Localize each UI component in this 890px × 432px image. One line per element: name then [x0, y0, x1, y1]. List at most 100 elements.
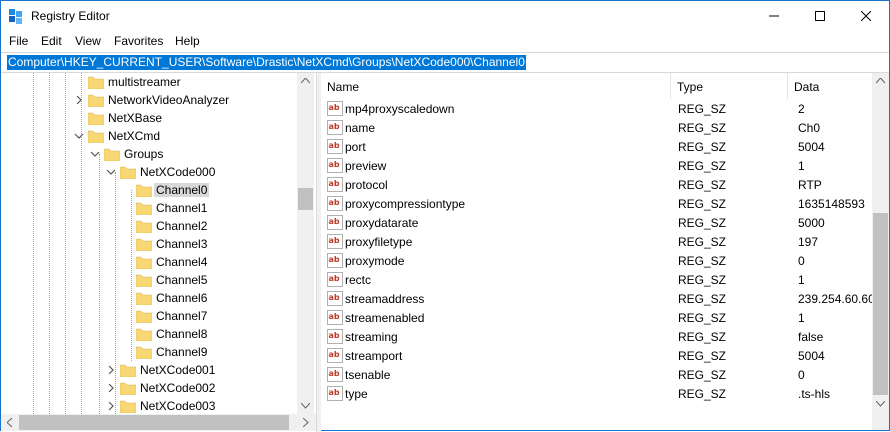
tree-item-label: Channel5	[156, 273, 208, 287]
tree-item-label: Channel2	[156, 219, 208, 233]
column-header-type[interactable]: Type	[671, 73, 788, 99]
value-name: streaming	[345, 330, 398, 344]
scroll-right-icon[interactable]	[303, 418, 309, 427]
value-row[interactable]: ab protocol REG_SZ RTP	[321, 175, 872, 194]
tree-item-label: NetXBase	[108, 111, 163, 125]
tree-item[interactable]: NetXCode001	[1, 361, 297, 379]
svg-text:ab: ab	[329, 198, 340, 207]
tree-item[interactable]: Channel8	[1, 325, 297, 343]
value-type: REG_SZ	[678, 197, 727, 211]
folder-icon	[136, 274, 152, 287]
scroll-down-icon[interactable]	[301, 403, 310, 409]
tree-horizontal-scrollbar[interactable]	[1, 414, 316, 431]
menu-view[interactable]: View	[75, 34, 101, 48]
chevron-down-icon[interactable]	[89, 148, 101, 160]
tree-item-label: NetXCode001	[140, 363, 216, 377]
value-row[interactable]: ab proxymode REG_SZ 0	[321, 251, 872, 270]
tree-item[interactable]: Channel2	[1, 217, 297, 235]
chevron-down-icon[interactable]	[105, 166, 117, 178]
tree-item[interactable]: Channel3	[1, 235, 297, 253]
tree-item[interactable]: Channel4	[1, 253, 297, 271]
close-button[interactable]	[843, 1, 889, 31]
value-row[interactable]: ab proxyfiletype REG_SZ 197	[321, 232, 872, 251]
folder-icon	[136, 184, 152, 197]
folder-icon	[120, 364, 136, 377]
tree-item[interactable]: NetworkVideoAnalyzer	[1, 91, 297, 109]
tree-item[interactable]: Channel1	[1, 199, 297, 217]
chevron-right-icon[interactable]	[105, 364, 117, 376]
chevron-right-icon[interactable]	[105, 400, 117, 412]
svg-text:ab: ab	[329, 388, 340, 397]
tree-vertical-scrollbar[interactable]	[297, 73, 314, 414]
tree-item[interactable]: NetXCode003	[1, 397, 297, 414]
tree-scroll-thumb[interactable]	[298, 188, 313, 210]
scroll-down-icon[interactable]	[876, 401, 885, 407]
tree-item-label: Channel0	[154, 183, 210, 197]
value-row[interactable]: ab proxycompressiontype REG_SZ 1635148593	[321, 194, 872, 213]
tree-item[interactable]: NetXCode000	[1, 163, 297, 181]
tree-hscroll-thumb[interactable]	[19, 415, 289, 430]
scroll-up-icon[interactable]	[876, 78, 885, 84]
value-row[interactable]: ab streamenabled REG_SZ 1	[321, 308, 872, 327]
column-header-label: Data	[794, 80, 820, 94]
string-value-icon: ab	[327, 215, 343, 230]
address-input[interactable]: Computer\HKEY_CURRENT_USER\Software\Dras…	[7, 55, 526, 70]
tree-item[interactable]: Channel0	[1, 181, 297, 199]
address-bar[interactable]: Computer\HKEY_CURRENT_USER\Software\Dras…	[1, 52, 889, 73]
value-type: REG_SZ	[678, 349, 727, 363]
tree-item[interactable]: Channel9	[1, 343, 297, 361]
tree-item[interactable]: Channel6	[1, 289, 297, 307]
tree-item[interactable]: NetXBase	[1, 109, 297, 127]
registry-editor-icon	[9, 9, 22, 24]
value-row[interactable]: ab rectc REG_SZ 1	[321, 270, 872, 289]
value-row[interactable]: ab preview REG_SZ 1	[321, 156, 872, 175]
minimize-button[interactable]	[751, 1, 797, 31]
tree-item[interactable]: NetXCmd	[1, 127, 297, 145]
menu-file[interactable]: File	[9, 34, 28, 48]
title-bar[interactable]: Registry Editor	[1, 1, 889, 31]
value-row[interactable]: ab tsenable REG_SZ 0	[321, 365, 872, 384]
menu-edit[interactable]: Edit	[41, 34, 62, 48]
tree-item-label: NetXCode002	[140, 381, 216, 395]
maximize-button[interactable]	[797, 1, 843, 31]
value-name: proxydatarate	[345, 216, 419, 230]
scroll-left-icon[interactable]	[7, 418, 13, 427]
value-row[interactable]: ab streaming REG_SZ false	[321, 327, 872, 346]
tree-item[interactable]: multistreamer	[1, 73, 297, 91]
tree-item[interactable]: Channel7	[1, 307, 297, 325]
menu-help[interactable]: Help	[175, 34, 200, 48]
value-row[interactable]: ab port REG_SZ 5004	[321, 137, 872, 156]
string-value-icon: ab	[327, 196, 343, 211]
folder-icon	[104, 148, 120, 161]
tree-item[interactable]: Channel5	[1, 271, 297, 289]
value-row[interactable]: ab mp4proxyscaledown REG_SZ 2	[321, 99, 872, 118]
scroll-up-icon[interactable]	[301, 78, 310, 84]
value-name: preview	[345, 159, 387, 173]
value-data: 1	[798, 273, 805, 287]
value-row[interactable]: ab proxydatarate REG_SZ 5000	[321, 213, 872, 232]
tree-item-label: NetXCmd	[108, 129, 161, 143]
svg-text:ab: ab	[329, 160, 340, 169]
tree-item[interactable]: Groups	[1, 145, 297, 163]
value-name: streamport	[345, 349, 403, 363]
value-row[interactable]: ab streamaddress REG_SZ 239.254.60.60	[321, 289, 872, 308]
folder-icon	[88, 94, 104, 107]
menu-favorites[interactable]: Favorites	[114, 34, 163, 48]
chevron-down-icon[interactable]	[73, 130, 85, 142]
value-row[interactable]: ab type REG_SZ .ts-hls	[321, 384, 872, 403]
value-name: proxymode	[345, 254, 405, 268]
chevron-right-icon[interactable]	[73, 94, 85, 106]
value-data: RTP	[798, 178, 822, 192]
folder-icon	[136, 238, 152, 251]
tree-item[interactable]: NetXCode002	[1, 379, 297, 397]
column-header-label: Type	[677, 80, 704, 94]
column-header-name[interactable]: Name	[321, 73, 671, 99]
values-scroll-thumb[interactable]	[873, 213, 888, 395]
value-row[interactable]: ab name REG_SZ Ch0	[321, 118, 872, 137]
folder-icon	[88, 76, 104, 89]
column-header-label: Name	[327, 80, 360, 94]
value-row[interactable]: ab streamport REG_SZ 5004	[321, 346, 872, 365]
value-data: 1	[798, 159, 805, 173]
values-vertical-scrollbar[interactable]	[872, 73, 889, 430]
chevron-right-icon[interactable]	[105, 382, 117, 394]
